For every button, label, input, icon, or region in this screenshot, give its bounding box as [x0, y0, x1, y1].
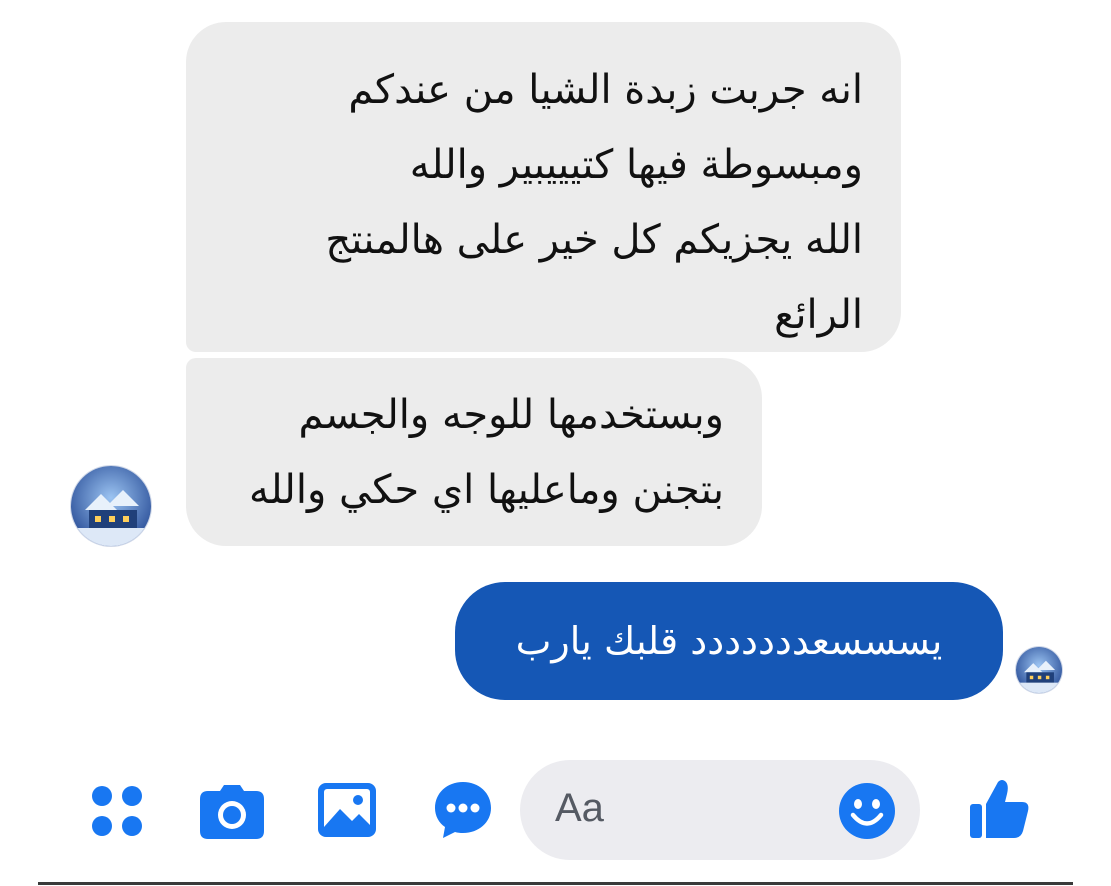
message-line: الله يجزيكم كل خير على هالمنتج	[325, 217, 863, 263]
message-input[interactable]: Aa	[520, 760, 920, 860]
received-message-bubble[interactable]: انه جربت زبدة الشيا من عندكم ومبسوطة فيه…	[186, 22, 901, 352]
contact-avatar[interactable]	[71, 466, 151, 546]
image-icon[interactable]	[318, 783, 376, 837]
emoji-icon[interactable]	[838, 782, 896, 840]
sent-message-bubble[interactable]: يسسسعددددددد قلبك يارب	[455, 582, 1003, 700]
message-line: وبستخدمها للوجه والجسم	[298, 392, 724, 438]
avatar-image	[71, 466, 151, 546]
received-message-bubble[interactable]: وبستخدمها للوجه والجسم بتجنن وماعليها اي…	[186, 358, 762, 546]
apps-grid-icon[interactable]	[91, 785, 143, 837]
message-line: ومبسوطة فيها كتيييبير والله	[409, 142, 863, 188]
message-line: الرائع	[774, 292, 863, 338]
divider	[38, 882, 1073, 885]
sent-message-text: يسسسعددددددد قلبك يارب	[515, 619, 943, 663]
thumbs-up-icon[interactable]	[968, 778, 1030, 840]
seen-avatar	[1016, 647, 1062, 693]
chat-bubble-icon[interactable]	[433, 780, 493, 840]
message-line: بتجنن وماعليها اي حكي والله	[248, 467, 724, 513]
message-line: انه جربت زبدة الشيا من عندكم	[348, 67, 863, 113]
avatar-image	[1016, 647, 1062, 693]
camera-icon[interactable]	[200, 785, 264, 839]
message-input-placeholder: Aa	[555, 786, 604, 830]
